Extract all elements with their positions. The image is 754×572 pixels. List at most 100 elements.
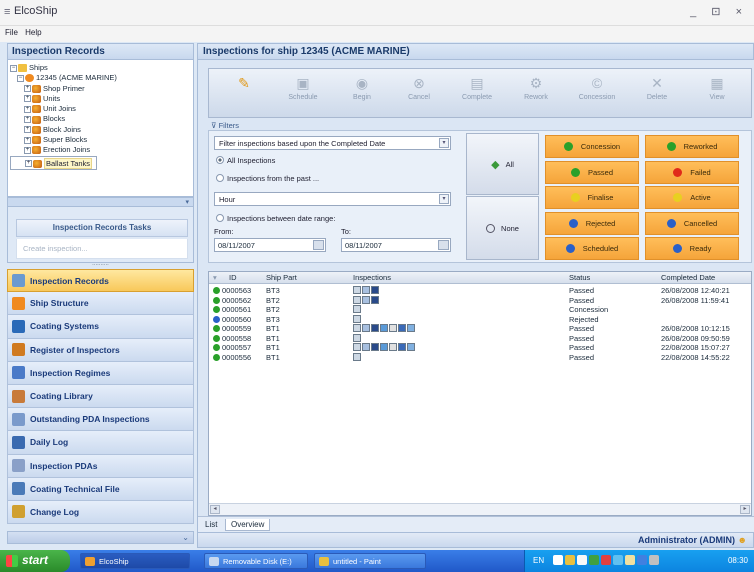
table-row[interactable]: 0000560 BT3 Rejected (209, 314, 751, 325)
status-filter-cancelled[interactable]: Cancelled (645, 211, 739, 235)
tree-node[interactable]: + Super Blocks (10, 135, 191, 145)
status-filter-concession[interactable]: Concession (545, 135, 639, 158)
to-date-field[interactable]: 08/11/2007 (341, 238, 451, 252)
status-filter-active[interactable]: Active (645, 186, 739, 209)
calendar-icon[interactable] (438, 240, 449, 250)
schedule-button[interactable]: ▣ Schedule (276, 71, 330, 117)
table-row[interactable]: 0000559 BT1 Passed 26/08/2008 10:12:15 (209, 324, 751, 334)
tree-ship[interactable]: −12345 (ACME MARINE) (10, 73, 191, 83)
scroll-left-icon[interactable]: ◂ (210, 505, 220, 514)
expand-icon[interactable]: + (24, 116, 31, 123)
menu-file[interactable]: File (5, 28, 18, 37)
taskbar-item-removable-disk[interactable]: Removable Disk (E:) (204, 553, 308, 569)
complete-button[interactable]: ▤ Complete (450, 71, 504, 117)
expand-icon[interactable]: + (25, 160, 32, 168)
nav-item-coating-technical-file[interactable]: Coating Technical File (7, 477, 194, 501)
table-row[interactable]: 0000562 BT2 Passed 26/08/2008 11:59:41 (209, 295, 751, 306)
dropdown-arrow-icon[interactable]: ▾ (439, 138, 449, 148)
configure-nav-icon[interactable]: ⌄ (182, 533, 189, 542)
filter-mode-select[interactable]: Filter inspections based upon the Comple… (214, 136, 451, 150)
from-date-field[interactable]: 08/11/2007 (214, 238, 326, 252)
status-filter-failed[interactable]: Failed (645, 160, 739, 184)
view-button[interactable]: ▦ View (690, 71, 744, 117)
collapse-icon[interactable]: − (17, 74, 24, 82)
nav-item-inspection-regimes[interactable]: Inspection Regimes (7, 361, 194, 385)
window-controls[interactable]: _ ⊡ × (690, 5, 748, 18)
expand-icon[interactable]: + (24, 95, 31, 103)
table-row[interactable]: 0000561 BT2 Concession (209, 305, 751, 315)
table-row[interactable]: 0000557 BT1 Passed 22/08/2008 15:07:27 (209, 343, 751, 353)
nav-item-register-of-inspectors[interactable]: Register of Inspectors (7, 338, 194, 362)
tray-icon[interactable] (601, 555, 611, 565)
select-none-button[interactable]: None (466, 196, 539, 260)
concession-button[interactable]: © Concession (570, 71, 624, 117)
radio-past[interactable]: Inspections from the past ... (216, 174, 319, 183)
column-ship-part[interactable]: Ship Part (266, 273, 297, 282)
tray-icon[interactable] (589, 555, 599, 565)
tray-icon[interactable] (565, 555, 575, 565)
tree-root[interactable]: − Ships (10, 63, 191, 73)
select-all-button[interactable]: ◆ All (466, 133, 539, 195)
nav-item-daily-log[interactable]: Daily Log (7, 431, 194, 455)
new-button[interactable]: ✎ (217, 71, 271, 117)
horizontal-scrollbar[interactable]: ◂ ▸ (209, 503, 751, 515)
expand-icon[interactable]: + (24, 146, 31, 154)
column-inspections[interactable]: Inspections (353, 273, 391, 282)
status-filter-ready[interactable]: Ready (645, 237, 739, 260)
dropdown-arrow-icon[interactable]: ▾ (439, 194, 449, 204)
expand-icon[interactable]: + (24, 136, 31, 144)
tab-list[interactable]: List (200, 519, 222, 530)
chevron-down-icon[interactable]: ▾ (185, 198, 189, 206)
delete-button[interactable]: ✕ Delete (630, 71, 684, 117)
collapse-icon[interactable]: − (10, 64, 17, 72)
rework-button[interactable]: ⚙ Rework (509, 71, 563, 117)
sort-icon[interactable]: ▾ (213, 273, 217, 282)
language-indicator[interactable]: EN (533, 556, 544, 565)
calendar-icon[interactable] (313, 240, 324, 250)
column-completed-date[interactable]: Completed Date (661, 273, 715, 282)
tray-icon[interactable] (553, 555, 563, 565)
app-menu-icon[interactable]: ≡ (4, 6, 10, 18)
status-filter-scheduled[interactable]: Scheduled (545, 237, 639, 260)
start-button[interactable]: start (0, 550, 70, 572)
nav-item-coating-library[interactable]: Coating Library (7, 384, 194, 409)
nav-item-change-log[interactable]: Change Log (7, 500, 194, 525)
tree-node[interactable]: + Shop Primer (10, 84, 191, 94)
expand-icon[interactable]: + (24, 85, 31, 93)
past-unit-select[interactable]: Hour ▾ (214, 192, 451, 206)
radio-date-range[interactable]: Inspections between date range: (216, 214, 335, 223)
status-filter-passed[interactable]: Passed (545, 160, 639, 184)
tray-icon[interactable] (649, 555, 659, 565)
nav-item-ship-structure[interactable]: Ship Structure (7, 292, 194, 316)
panel-splitter[interactable]: ▾ (7, 197, 194, 207)
table-row[interactable]: 0000556 BT1 Passed 22/08/2008 14:55:22 (209, 352, 751, 363)
tray-icon[interactable] (577, 555, 587, 565)
status-filter-reworked[interactable]: Reworked (645, 135, 739, 158)
status-filter-finalise[interactable]: Finalise (545, 186, 639, 209)
tree-node[interactable]: + Units (10, 94, 191, 104)
create-inspection-link[interactable]: Create inspection... (16, 239, 188, 259)
nav-item-inspection-records[interactable]: Inspection Records (7, 269, 194, 293)
taskbar-item-paint[interactable]: untitled - Paint (314, 553, 426, 569)
radio-all-inspections[interactable]: All Inspections (216, 156, 275, 165)
tree-node[interactable]: + Unit Joins (10, 104, 191, 114)
column-id[interactable]: ID (229, 273, 237, 282)
expand-icon[interactable]: + (24, 126, 31, 134)
nav-item-inspection-pdas[interactable]: Inspection PDAs (7, 454, 194, 478)
begin-button[interactable]: ◉ Begin (335, 71, 389, 117)
tree-node[interactable]: + Block Joins (10, 125, 191, 135)
tree-node[interactable]: + Erection Joins (10, 145, 191, 155)
nav-item-outstanding-pda-inspections[interactable]: Outstanding PDA Inspections (7, 408, 194, 432)
cancel-button[interactable]: ⊗ Cancel (392, 71, 446, 117)
menu-help[interactable]: Help (25, 28, 41, 37)
scroll-right-icon[interactable]: ▸ (740, 505, 750, 514)
tray-icon[interactable] (637, 555, 647, 565)
tray-icon[interactable] (625, 555, 635, 565)
table-row[interactable]: 0000558 BT1 Passed 26/08/2008 09:50:59 (209, 333, 751, 344)
status-filter-rejected[interactable]: Rejected (545, 211, 639, 235)
tray-icon[interactable] (613, 555, 623, 565)
column-status[interactable]: Status (569, 273, 590, 282)
nav-item-coating-systems[interactable]: Coating Systems (7, 315, 194, 339)
taskbar-item-elcoship[interactable]: ElcoShip (80, 553, 190, 569)
tab-overview[interactable]: Overview (225, 519, 271, 531)
